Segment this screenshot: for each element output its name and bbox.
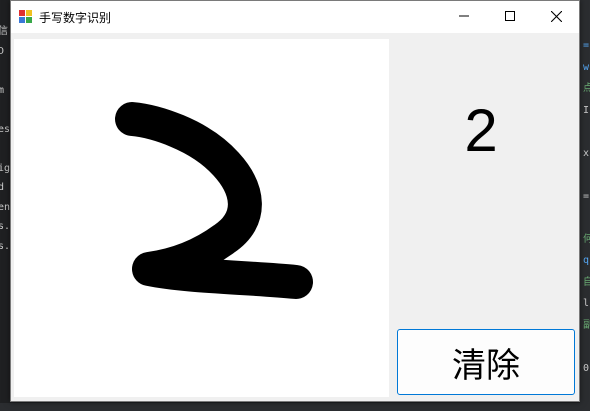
background-code-fragment: x — [583, 147, 590, 159]
background-code-fragment: l — [583, 298, 590, 309]
minimize-button[interactable] — [441, 1, 487, 31]
background-code-fragment: 副 — [583, 319, 590, 331]
background-code-fragment: 点 — [583, 83, 590, 94]
maximize-button[interactable] — [487, 1, 533, 31]
background-code-fragment: w — [583, 61, 590, 73]
background-code-fragment: 0 — [583, 362, 590, 374]
background-code-fragment: 自 — [583, 276, 590, 288]
background-code-fragment: s. — [0, 221, 11, 232]
background-code-fragment: 信 — [0, 26, 8, 37]
background-code-fragment: es — [0, 123, 11, 135]
maximize-icon — [505, 11, 515, 21]
background-code-fragment: 何 — [583, 233, 590, 245]
handwritten-digit-stroke — [115, 102, 313, 299]
background-ide-bottom — [0, 403, 590, 411]
digit-recognition-window: 手写数字识别 2 清除 — [10, 0, 580, 402]
background-code-fragment: = — [583, 190, 590, 202]
minimize-icon — [459, 15, 469, 17]
window-title: 手写数字识别 — [39, 10, 112, 25]
window-controls — [441, 1, 579, 31]
title-bar: 手写数字识别 — [11, 1, 579, 33]
prediction-label: 2 — [464, 97, 498, 164]
background-code-fragment: ig — [0, 162, 11, 174]
close-icon — [550, 10, 562, 22]
background-code-fragment: D — [0, 45, 5, 57]
background-code-fragment: q — [583, 255, 590, 266]
drawing-canvas[interactable] — [14, 39, 389, 397]
app-icon — [19, 10, 33, 24]
close-button[interactable] — [533, 1, 579, 31]
background-code-fragment: d — [0, 182, 5, 193]
clear-button[interactable]: 清除 — [397, 329, 575, 395]
background-code-fragment: = — [583, 40, 590, 51]
background-code-fragment: m — [0, 84, 5, 96]
background-code-fragment: I — [583, 104, 590, 116]
client-area: 2 清除 — [11, 33, 579, 401]
background-code-fragment: en — [0, 201, 11, 213]
